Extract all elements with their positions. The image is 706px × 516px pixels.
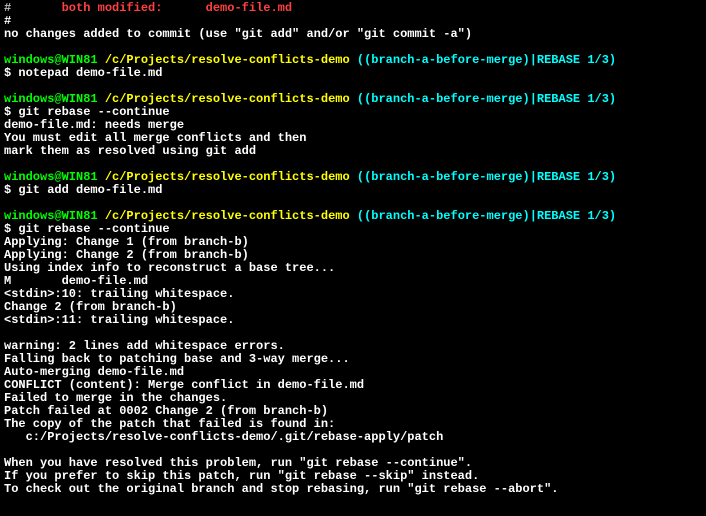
prompt-path: /c/Projects/resolve-conflicts-demo — [98, 209, 357, 223]
prompt-path: /c/Projects/resolve-conflicts-demo — [98, 53, 357, 67]
output-line: Falling back to patching base and 3-way … — [4, 352, 350, 366]
prompt-branch: ((branch-a-before-merge)|REBASE 1/3) — [357, 92, 616, 106]
output-applying: Applying: Change 1 (from branch-b) — [4, 235, 249, 249]
status-hash: # — [4, 1, 62, 15]
output-line: <stdin>:10: trailing whitespace. — [4, 287, 234, 301]
output-line: <stdin>:11: trailing whitespace. — [4, 313, 234, 327]
output-line: Patch failed at 0002 Change 2 (from bran… — [4, 404, 328, 418]
output-needs-merge: demo-file.md: needs merge — [4, 118, 184, 132]
output-patch-path: c:/Projects/resolve-conflicts-demo/.git/… — [4, 430, 443, 444]
output-line: The copy of the patch that failed is fou… — [4, 417, 335, 431]
output-line: mark them as resolved using git add — [4, 144, 256, 158]
command-git-add: $ git add demo-file.md — [4, 183, 162, 197]
output-line: Failed to merge in the changes. — [4, 391, 227, 405]
output-conflict: CONFLICT (content): Merge conflict in de… — [4, 378, 364, 392]
prompt-branch: ((branch-a-before-merge)|REBASE 1/3) — [357, 170, 616, 184]
prompt-branch: ((branch-a-before-merge)|REBASE 1/3) — [357, 209, 616, 223]
output-line: You must edit all merge conflicts and th… — [4, 131, 306, 145]
output-hint: To check out the original branch and sto… — [4, 482, 559, 496]
terminal[interactable]: # both modified: demo-file.md # no chang… — [0, 0, 706, 516]
status-no-changes: no changes added to commit (use "git add… — [4, 27, 472, 41]
prompt-user: windows@WIN81 — [4, 92, 98, 106]
command-notepad: $ notepad demo-file.md — [4, 66, 162, 80]
output-hint: If you prefer to skip this patch, run "g… — [4, 469, 479, 483]
prompt-user: windows@WIN81 — [4, 53, 98, 67]
command-rebase-continue2: $ git rebase --continue — [4, 222, 170, 236]
output-line: M demo-file.md — [4, 274, 148, 288]
output-warning: warning: 2 lines add whitespace errors. — [4, 339, 285, 353]
prompt-branch: ((branch-a-before-merge)|REBASE 1/3) — [357, 53, 616, 67]
output-line: Change 2 (from branch-b) — [4, 300, 177, 314]
prompt-user: windows@WIN81 — [4, 170, 98, 184]
prompt-path: /c/Projects/resolve-conflicts-demo — [98, 92, 357, 106]
output-applying: Applying: Change 2 (from branch-b) — [4, 248, 249, 262]
prompt-path: /c/Projects/resolve-conflicts-demo — [98, 170, 357, 184]
output-line: Auto-merging demo-file.md — [4, 365, 184, 379]
prompt-user: windows@WIN81 — [4, 209, 98, 223]
command-rebase-continue: $ git rebase --continue — [4, 105, 170, 119]
output-line: Using index info to reconstruct a base t… — [4, 261, 335, 275]
output-hint: When you have resolved this problem, run… — [4, 456, 472, 470]
status-hash2: # — [4, 14, 11, 28]
status-both-modified: both modified: demo-file.md — [62, 1, 292, 15]
